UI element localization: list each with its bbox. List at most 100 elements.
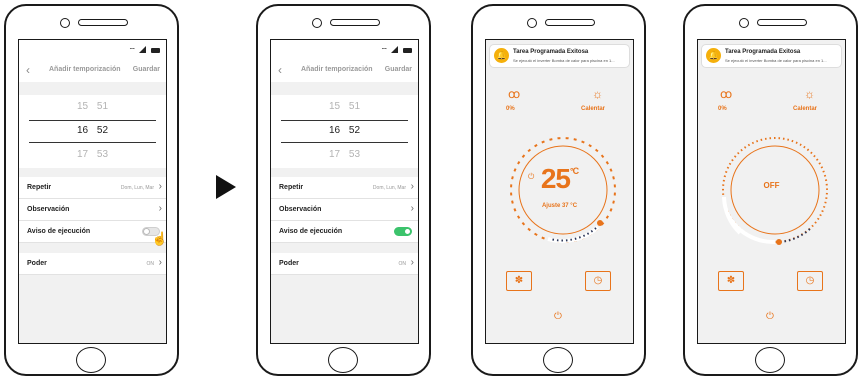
- picker-divider: [281, 120, 408, 121]
- timer-button[interactable]: ◷: [797, 271, 823, 291]
- toggle-knob: [404, 228, 411, 235]
- water-drop-icon: ꝏ: [720, 87, 733, 101]
- power-row[interactable]: Poder ON ›: [19, 253, 166, 275]
- speaker-icon: [78, 19, 128, 26]
- signal-icon: [139, 46, 146, 53]
- save-button[interactable]: Guardar: [385, 66, 412, 73]
- repeat-value: Dom, Lun, Mar: [120, 185, 154, 191]
- notification-banner[interactable]: 🔔 Tarea Programada Exitosa Se ejecutó el…: [701, 44, 842, 68]
- fan-button[interactable]: ✽: [718, 271, 744, 291]
- picker-divider: [281, 142, 408, 143]
- notification-banner[interactable]: 🔔 Tarea Programada Exitosa Se ejecutó el…: [489, 44, 630, 68]
- observation-label: Observación: [27, 206, 70, 213]
- power-value: ON: [146, 261, 155, 267]
- execution-notice-row: Aviso de ejecución ☝: [19, 221, 166, 246]
- execution-notice-toggle[interactable]: [394, 227, 412, 236]
- battery-icon: [403, 48, 412, 53]
- chevron-right-icon: ›: [158, 181, 162, 192]
- execution-notice-label: Aviso de ejecución: [279, 228, 343, 235]
- repeat-label: Repetir: [279, 184, 304, 191]
- chevron-right-icon: ›: [410, 257, 414, 268]
- arrow-right-icon: [216, 175, 236, 199]
- camera-icon: [312, 18, 322, 28]
- execution-notice-label: Aviso de ejecución: [27, 228, 91, 235]
- nav-bar: ‹ Añadir temporización Guardar: [271, 60, 418, 82]
- camera-icon: [739, 18, 749, 28]
- phone-frame-2: ⌔ ‹ Añadir temporización Guardar 15 51 1…: [256, 4, 431, 376]
- power-value: ON: [398, 261, 407, 267]
- power-label: Poder: [27, 260, 47, 267]
- temperature-dial[interactable]: [720, 135, 830, 245]
- off-status-label: OFF: [763, 181, 780, 190]
- power-button[interactable]: ⏻: [554, 311, 562, 322]
- notification-body: Se ejecutó el inverter Bomba de calor pa…: [725, 58, 827, 63]
- chevron-right-icon: ›: [410, 181, 414, 192]
- home-button[interactable]: [76, 347, 106, 373]
- power-row[interactable]: Poder ON ›: [271, 253, 418, 275]
- speaker-icon: [330, 19, 380, 26]
- page-title: Añadir temporización: [301, 66, 373, 73]
- page-title: Añadir temporización: [49, 66, 121, 73]
- water-drop-icon: ꝏ: [508, 87, 521, 101]
- toggle-knob: [143, 228, 150, 235]
- setpoint-label: Ajuste 37 °C: [541, 203, 578, 209]
- repeat-value: Dom, Lun, Mar: [372, 185, 406, 191]
- picker-row[interactable]: 17 53: [271, 149, 418, 160]
- repeat-row[interactable]: Repetir Dom, Lun, Mar ›: [19, 177, 166, 199]
- picker-row[interactable]: 17 53: [19, 149, 166, 160]
- repeat-row[interactable]: Repetir Dom, Lun, Mar ›: [271, 177, 418, 199]
- back-button[interactable]: ‹: [26, 63, 30, 77]
- signal-icon: [391, 46, 398, 53]
- notification-body: Se ejecutó el inverter Bomba de calor pa…: [513, 58, 615, 63]
- speaker-icon: [545, 19, 595, 26]
- camera-icon: [527, 18, 537, 28]
- timer-button[interactable]: ◷: [585, 271, 611, 291]
- battery-icon: [151, 48, 160, 53]
- schedule-screen: ⌔ ‹ Añadir temporización Guardar 15 51 1…: [18, 39, 167, 344]
- phone-frame-3: 🔔 Tarea Programada Exitosa Se ejecutó el…: [471, 4, 646, 376]
- sun-icon: ☼: [592, 87, 603, 101]
- chevron-right-icon: ›: [410, 203, 414, 214]
- back-button[interactable]: ‹: [278, 63, 282, 77]
- home-button[interactable]: [755, 347, 785, 373]
- mode-label: Calentar: [793, 106, 818, 112]
- camera-icon: [60, 18, 70, 28]
- picker-divider: [29, 120, 156, 121]
- bell-icon: 🔔: [494, 48, 509, 63]
- phone-frame-4: 🔔 Tarea Programada Exitosa Se ejecutó el…: [683, 4, 858, 376]
- thermostat-screen: 🔔 Tarea Programada Exitosa Se ejecutó el…: [697, 39, 846, 344]
- observation-row[interactable]: Observación ›: [19, 199, 166, 221]
- execution-notice-row: Aviso de ejecución: [271, 221, 418, 243]
- thermostat-screen: 🔔 Tarea Programada Exitosa Se ejecutó el…: [485, 39, 634, 344]
- picker-row[interactable]: 15 51: [271, 101, 418, 112]
- observation-row[interactable]: Observación ›: [271, 199, 418, 221]
- picker-row[interactable]: 15 51: [19, 101, 166, 112]
- picker-divider: [29, 142, 156, 143]
- picker-row-selected[interactable]: 16 52: [271, 125, 418, 136]
- picker-row-selected[interactable]: 16 52: [19, 125, 166, 136]
- status-bar: ⌔: [271, 40, 418, 60]
- wifi-icon: ⌔: [128, 46, 136, 55]
- sun-icon: ☼: [804, 87, 815, 101]
- time-picker[interactable]: 15 51 16 52 17 53: [271, 95, 418, 168]
- fan-button[interactable]: ✽: [506, 271, 532, 291]
- chevron-right-icon: ›: [158, 257, 162, 268]
- status-bar: ⌔: [19, 40, 166, 60]
- home-button[interactable]: [543, 347, 573, 373]
- wifi-icon: ⌔: [380, 46, 388, 55]
- nav-bar: ‹ Añadir temporización Guardar: [19, 60, 166, 82]
- chevron-right-icon: ›: [158, 203, 162, 214]
- time-picker[interactable]: 15 51 16 52 17 53: [19, 95, 166, 168]
- repeat-label: Repetir: [27, 184, 52, 191]
- home-button[interactable]: [328, 347, 358, 373]
- power-button[interactable]: ⏻: [766, 311, 774, 322]
- notification-title: Tarea Programada Exitosa: [513, 49, 589, 55]
- mode-label: Calentar: [581, 106, 606, 112]
- save-button[interactable]: Guardar: [133, 66, 160, 73]
- bell-icon: 🔔: [706, 48, 721, 63]
- speaker-icon: [757, 19, 807, 26]
- power-label: Poder: [279, 260, 299, 267]
- humidity-value: 0%: [506, 106, 515, 112]
- hand-pointer-icon: ☝: [151, 231, 167, 246]
- humidity-value: 0%: [718, 106, 727, 112]
